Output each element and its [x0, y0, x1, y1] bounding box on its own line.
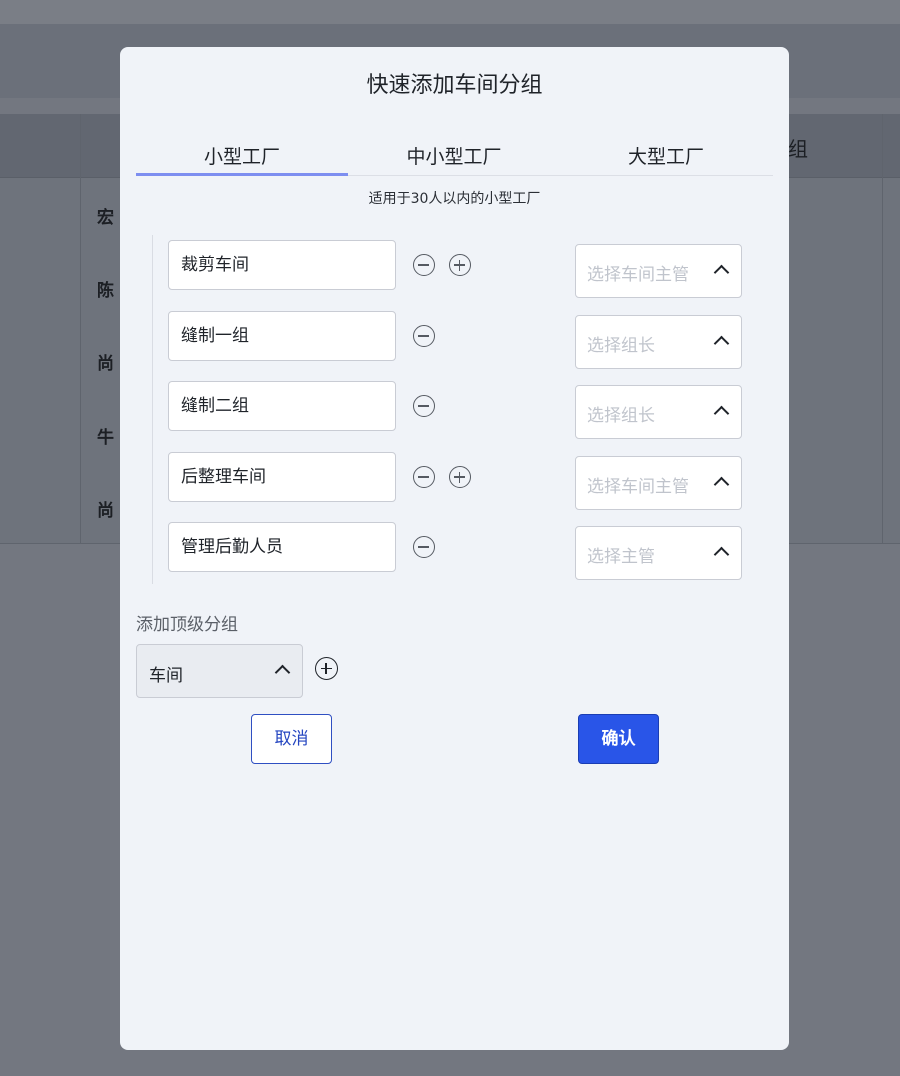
tab-medium-small-factory[interactable]: 中小型工厂 [348, 143, 560, 176]
group-row: 管理后勤人员 选择主管 [168, 522, 742, 580]
supervisor-select-placeholder: 选择主管 [587, 547, 655, 567]
background-cell: 尚 [97, 354, 114, 374]
group-name-input[interactable]: 缝制二组 [168, 381, 396, 431]
group-tree-line [152, 235, 153, 584]
manager-select[interactable]: 选择车间主管 [575, 456, 742, 510]
add-top-level-group-icon[interactable] [315, 657, 338, 680]
remove-group-icon[interactable] [413, 254, 435, 276]
manager-select-placeholder: 选择车间主管 [587, 477, 689, 497]
add-subgroup-icon[interactable] [449, 254, 471, 276]
cancel-button[interactable]: 取消 [251, 714, 332, 764]
top-level-group-label: 添加顶级分组 [136, 615, 238, 635]
confirm-button[interactable]: 确认 [578, 714, 659, 764]
background-cell: 牛 [97, 428, 114, 448]
background-cell: 陈 [97, 281, 114, 301]
supervisor-select[interactable]: 选择主管 [575, 526, 742, 580]
group-row: 缝制一组 选择组长 [168, 311, 742, 369]
background-topbar [0, 0, 900, 24]
background-header-text: 组 [788, 137, 808, 161]
background-cell: 宏 [97, 208, 114, 228]
group-row: 裁剪车间 选择车间主管 [168, 240, 742, 298]
group-name-input[interactable]: 后整理车间 [168, 452, 396, 502]
dialog-title: 快速添加车间分组 [366, 73, 543, 98]
add-subgroup-icon[interactable] [449, 466, 471, 488]
quick-add-group-dialog: 快速添加车间分组 小型工厂 中小型工厂 大型工厂 适用于30人以内的小型工厂 裁… [120, 47, 789, 1050]
chevron-up-icon [713, 405, 730, 422]
group-row: 后整理车间 选择车间主管 [168, 452, 742, 510]
chevron-up-icon [713, 546, 730, 563]
leader-select-placeholder: 选择组长 [587, 406, 655, 426]
top-level-group-select[interactable]: 车间 [136, 644, 303, 698]
top-level-group-value: 车间 [149, 666, 183, 686]
group-name-input[interactable]: 管理后勤人员 [168, 522, 396, 572]
background-column-divider [882, 114, 883, 544]
remove-group-icon[interactable] [413, 325, 435, 347]
tab-large-factory[interactable]: 大型工厂 [560, 143, 772, 176]
leader-select[interactable]: 选择组长 [575, 385, 742, 439]
background-column-divider [80, 114, 81, 544]
chevron-up-icon [713, 264, 730, 281]
manager-select-placeholder: 选择车间主管 [587, 265, 689, 285]
manager-select[interactable]: 选择车间主管 [575, 244, 742, 298]
chevron-up-icon [274, 664, 291, 681]
remove-group-icon[interactable] [413, 466, 435, 488]
leader-select[interactable]: 选择组长 [575, 315, 742, 369]
group-name-input[interactable]: 裁剪车间 [168, 240, 396, 290]
group-name-input[interactable]: 缝制一组 [168, 311, 396, 361]
chevron-up-icon [713, 335, 730, 352]
group-row: 缝制二组 选择组长 [168, 381, 742, 439]
remove-group-icon[interactable] [413, 536, 435, 558]
background-cell: 尚 [97, 501, 114, 521]
leader-select-placeholder: 选择组长 [587, 336, 655, 356]
remove-group-icon[interactable] [413, 395, 435, 417]
tab-description: 适用于30人以内的小型工厂 [368, 191, 541, 207]
chevron-up-icon [713, 476, 730, 493]
factory-size-tabs: 小型工厂 中小型工厂 大型工厂 [136, 143, 773, 176]
tab-small-factory[interactable]: 小型工厂 [136, 143, 348, 176]
